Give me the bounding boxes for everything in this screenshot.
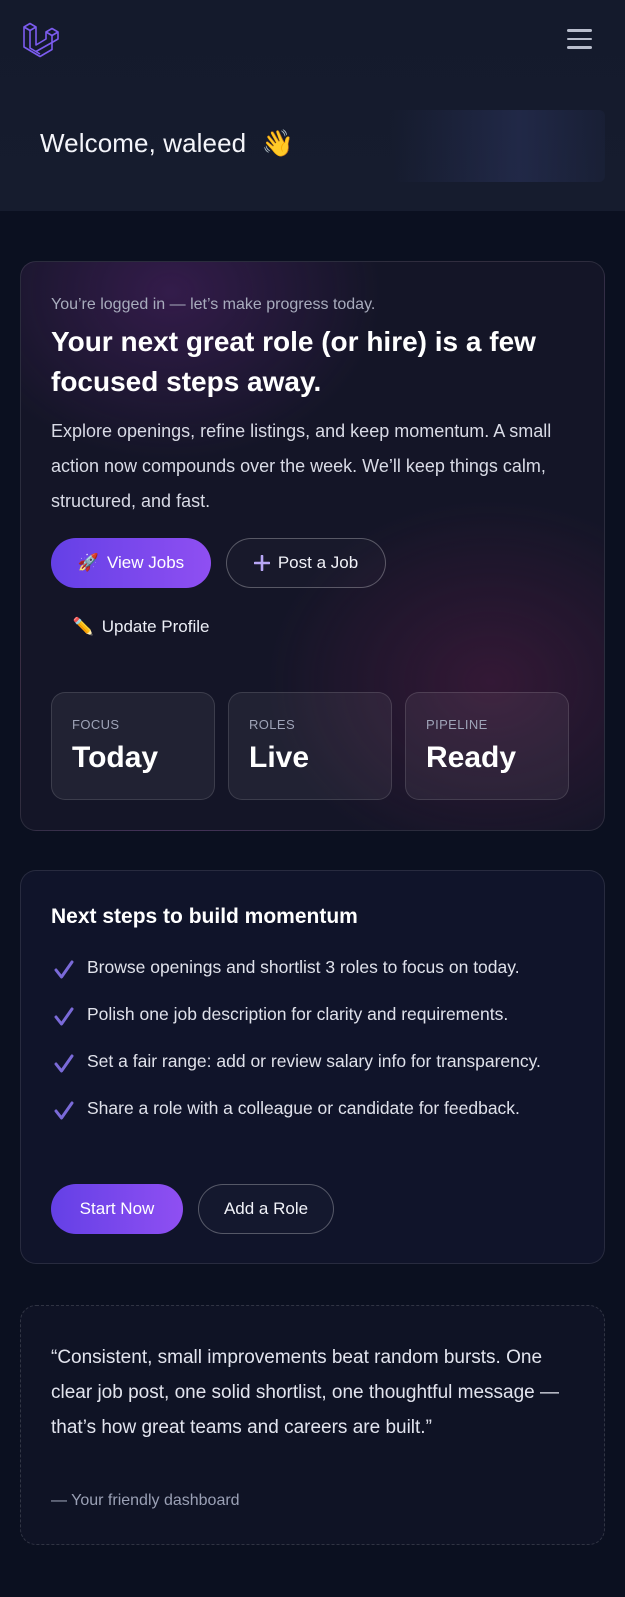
stat-card-pipeline: PIPELINE Ready [405, 692, 569, 800]
stat-value: Live [249, 741, 310, 774]
post-job-button[interactable]: Post a Job [226, 538, 386, 588]
start-now-label: Start Now [79, 1199, 155, 1218]
stat-value: Today [72, 741, 159, 774]
update-profile-button[interactable]: ✏️ Update Profile [51, 602, 231, 652]
stat-card-roles: ROLES Live [228, 692, 392, 800]
hero-card: You’re logged in — let’s make progress t… [20, 261, 605, 831]
list-item: Polish one job description for clarity a… [51, 1000, 581, 1028]
step-text: Browse openings and shortlist 3 roles to… [87, 957, 520, 977]
list-item: Browse openings and shortlist 3 roles to… [51, 953, 581, 981]
update-profile-label: Update Profile [101, 617, 210, 636]
plus-icon [253, 555, 270, 571]
hero-headline: Your next great role (or hire) is a few … [51, 326, 536, 397]
pencil-icon: ✏️ [72, 617, 94, 636]
next-steps-card: Next steps to build momentum Browse open… [20, 870, 605, 1264]
add-role-label: Add a Role [223, 1199, 309, 1218]
quote-signature: — Your friendly dashboard [51, 1492, 240, 1509]
waving-hand-icon: 👋 [261, 128, 295, 158]
check-icon [54, 1007, 74, 1026]
step-text: Share a role with a colleague or candida… [87, 1098, 520, 1118]
next-steps-title: Next steps to build momentum [51, 905, 358, 928]
laravel-logo-icon[interactable] [22, 21, 60, 59]
list-item: Share a role with a colleague or candida… [51, 1094, 581, 1122]
post-job-label: Post a Job [277, 553, 359, 572]
quote-card: “Consistent, small improvements beat ran… [20, 1305, 605, 1545]
quote-text: “Consistent, small improvements beat ran… [51, 1347, 560, 1438]
stat-label: PIPELINE [426, 717, 488, 732]
hero-kicker: You’re logged in — let’s make progress t… [51, 296, 376, 313]
stat-label: ROLES [249, 717, 296, 732]
check-icon [54, 1054, 74, 1073]
add-role-button[interactable]: Add a Role [198, 1184, 334, 1234]
next-steps-list: Browse openings and shortlist 3 roles to… [51, 953, 581, 1141]
hamburger-menu-icon[interactable] [567, 29, 592, 51]
top-bar: Welcome, waleed 👋 [0, 0, 625, 211]
welcome-heading: Welcome, waleed 👋 [40, 128, 294, 159]
step-text: Set a fair range: add or review salary i… [87, 1051, 541, 1071]
check-icon [54, 1101, 74, 1120]
view-jobs-label: View Jobs [106, 553, 185, 572]
stat-value: Ready [426, 741, 517, 774]
welcome-text: Welcome, waleed [40, 128, 247, 158]
check-icon [54, 960, 74, 979]
list-item: Set a fair range: add or review salary i… [51, 1047, 581, 1075]
rocket-icon: 🚀 [77, 553, 99, 572]
stat-card-focus: FOCUS Today [51, 692, 215, 800]
start-now-button[interactable]: Start Now [51, 1184, 183, 1234]
stat-label: FOCUS [72, 717, 120, 732]
view-jobs-button[interactable]: 🚀 View Jobs [51, 538, 211, 588]
step-text: Polish one job description for clarity a… [87, 1004, 509, 1024]
welcome-glow [390, 110, 605, 182]
hero-description: Explore openings, refine listings, and k… [51, 421, 552, 511]
